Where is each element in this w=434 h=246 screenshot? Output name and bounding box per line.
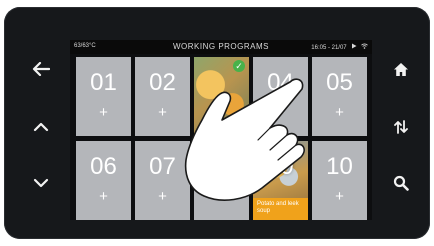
program-tile-08[interactable]: 08 +	[194, 141, 249, 220]
home-icon	[394, 62, 408, 76]
program-tile-07[interactable]: 07 +	[135, 141, 190, 220]
recipe-label: Potato and leek soup	[253, 198, 308, 220]
program-tile-04[interactable]: 04 +	[253, 57, 308, 136]
check-badge-icon: ✓	[233, 60, 245, 72]
add-program-icon: +	[158, 188, 167, 205]
play-icon	[352, 43, 357, 49]
program-number: 06	[90, 153, 117, 180]
program-tile-09[interactable]: 8 09 Potato and leek soup	[253, 141, 308, 220]
program-number: 04	[267, 69, 294, 96]
program-grid: 01 + 02 + ✓ 04 + 05 + 06 + 07 + 08 + 8 0…	[76, 57, 367, 220]
program-tile-10[interactable]: 10 +	[312, 141, 367, 220]
program-number: 09	[267, 153, 294, 180]
add-program-icon: +	[99, 104, 108, 121]
program-number: 01	[90, 69, 117, 96]
search-icon	[393, 175, 409, 191]
back-button[interactable]	[28, 56, 54, 82]
add-program-icon: +	[335, 188, 344, 205]
oven-control-panel: 63/63°C WORKING PROGRAMS 16:05 - 21/07 0…	[4, 7, 430, 239]
sort-button[interactable]	[388, 114, 414, 140]
add-program-icon: +	[276, 104, 285, 121]
status-right: 16:05 - 21/07	[311, 43, 368, 51]
add-program-icon: +	[158, 104, 167, 121]
add-program-icon: +	[99, 188, 108, 205]
program-number: 10	[326, 153, 353, 180]
sort-icon	[394, 120, 408, 134]
home-button[interactable]	[388, 56, 414, 82]
touch-screen: 63/63°C WORKING PROGRAMS 16:05 - 21/07 0…	[70, 40, 372, 220]
program-tile-02[interactable]: 02 +	[135, 57, 190, 136]
program-tile-05[interactable]: 05 +	[312, 57, 367, 136]
scroll-up-button[interactable]	[28, 114, 54, 140]
program-tile-01[interactable]: 01 +	[76, 57, 131, 136]
datetime: 16:05 - 21/07	[311, 45, 347, 51]
search-button[interactable]	[388, 170, 414, 196]
chevron-up-icon	[33, 122, 49, 132]
status-bar: 63/63°C WORKING PROGRAMS 16:05 - 21/07	[70, 40, 372, 54]
program-number: 02	[149, 69, 176, 96]
program-number: 08	[208, 153, 235, 180]
chevron-down-icon	[33, 178, 49, 188]
scroll-down-button[interactable]	[28, 170, 54, 196]
program-tile-06[interactable]: 06 +	[76, 141, 131, 220]
add-program-icon: +	[335, 104, 344, 121]
wifi-icon	[361, 43, 368, 49]
program-tile-03[interactable]: ✓	[194, 57, 249, 136]
add-program-icon: +	[217, 188, 226, 205]
program-number: 07	[149, 153, 176, 180]
program-number: 05	[326, 69, 353, 96]
back-arrow-icon	[32, 62, 50, 76]
